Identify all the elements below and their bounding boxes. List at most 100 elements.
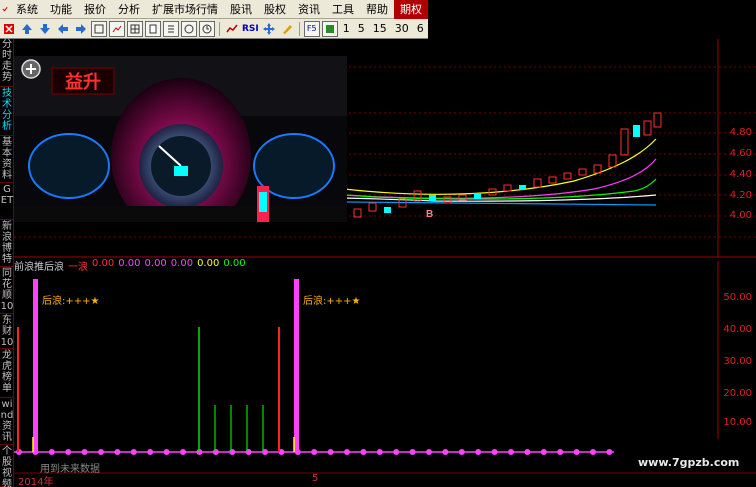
baseline-dot — [130, 449, 137, 455]
indicator-value-6: 0.00 — [223, 258, 246, 269]
report-icon[interactable] — [163, 20, 179, 37]
toolbar-separator — [219, 21, 220, 36]
baseline-dot — [180, 449, 186, 455]
time-axis-month: 5 — [312, 473, 319, 484]
tab-technical-analysis[interactable]: 技术分析 — [0, 88, 14, 136]
grid-icon[interactable] — [127, 20, 143, 37]
clock-icon[interactable] — [199, 20, 215, 37]
upper-axis-tick: 4.80 — [729, 127, 752, 138]
menu-item-help[interactable]: 帮助 — [360, 0, 394, 19]
menu-item-equity[interactable]: 股权 — [258, 0, 292, 19]
move-icon[interactable] — [261, 21, 277, 37]
info-icon[interactable] — [181, 20, 197, 37]
tab-eastmoney10[interactable]: 东财10 — [0, 315, 14, 349]
indicator-value-4: 0.00 — [170, 258, 194, 269]
menu-item-function[interactable]: 功能 — [44, 0, 78, 19]
baseline-dot — [311, 449, 318, 455]
baseline-dot — [360, 449, 367, 455]
baseline-dot — [48, 449, 55, 455]
tab-stock-video[interactable]: 个股视频 — [0, 446, 14, 487]
baseline-dot — [426, 449, 432, 455]
wave-spike-1 — [33, 279, 38, 452]
baseline-dot — [163, 449, 170, 455]
period-15-button[interactable]: 15 — [373, 22, 387, 35]
arrow-up-icon[interactable] — [19, 21, 35, 37]
indicator-value-3: 0.00 — [144, 258, 167, 269]
baseline-dot — [212, 449, 219, 455]
window-icon[interactable] — [91, 20, 107, 37]
baseline-dot — [229, 449, 236, 455]
menu-bar: 系统 功能 报价 分析 扩展市场行情 股讯 股权 资讯 工具 帮助 期权 — [0, 0, 428, 19]
app-logo-icon[interactable] — [2, 2, 8, 16]
tab-intraday[interactable]: 分时走势 — [0, 39, 14, 87]
period-5-button[interactable]: 5 — [358, 22, 365, 35]
baseline-dot — [524, 449, 531, 455]
baseline-dot — [491, 449, 498, 455]
baseline-dot — [114, 449, 121, 455]
pen-icon[interactable] — [279, 21, 295, 37]
baseline-dot — [393, 449, 400, 455]
rsi-button[interactable]: RSI — [242, 21, 259, 37]
menu-item-tools[interactable]: 工具 — [326, 0, 360, 19]
advertisement-banner[interactable]: 益升 — [14, 56, 347, 222]
lower-axis-tick: 20.00 — [723, 388, 752, 399]
period-30-button[interactable]: 30 — [395, 22, 409, 35]
baseline-dot — [458, 449, 465, 455]
arrow-down-icon[interactable] — [37, 21, 53, 37]
tab-get[interactable]: GET — [0, 184, 14, 220]
menu-item-system[interactable]: 系统 — [10, 0, 44, 19]
baseline-dot — [442, 449, 449, 455]
menu-item-quotes[interactable]: 报价 — [78, 0, 112, 19]
baseline-dot — [557, 449, 564, 455]
tab-dragon-tiger[interactable]: 龙虎榜单 — [0, 350, 14, 398]
toolbar-separator — [298, 21, 300, 36]
menu-item-analysis[interactable]: 分析 — [112, 0, 146, 19]
close-icon[interactable] — [1, 21, 17, 37]
upper-axis-tick: 4.40 — [729, 169, 752, 180]
file-icon[interactable] — [145, 20, 161, 37]
toolbar: RSI F5 1 5 15 30 6 — [0, 19, 428, 39]
baseline-dot — [409, 449, 416, 455]
arrow-left-icon[interactable] — [55, 21, 71, 37]
indicator-value-5: 0.00 — [197, 258, 220, 269]
menu-item-options[interactable]: 期权 — [394, 0, 428, 19]
menu-item-stock-news[interactable]: 股讯 — [224, 0, 258, 19]
menu-item-info[interactable]: 资讯 — [292, 0, 326, 19]
tab-fundamentals[interactable]: 基本资料 — [0, 137, 14, 183]
baseline-dot — [65, 449, 72, 455]
baseline-dot — [606, 449, 613, 455]
tab-sina-bot[interactable]: 新浪博特 — [0, 221, 14, 267]
baseline-dot — [590, 449, 596, 455]
period-1-button[interactable]: 1 — [343, 22, 350, 35]
lower-axis-tick: 30.00 — [723, 356, 752, 367]
f5-button[interactable]: F5 — [303, 20, 320, 37]
lower-axis-tick: 50.00 — [723, 292, 752, 303]
time-axis-year: 2014年 — [18, 477, 54, 487]
arrow-right-icon[interactable] — [73, 21, 89, 37]
indicator-value-1: 0.00 — [92, 258, 115, 269]
refresh-icon[interactable] — [321, 20, 338, 37]
baseline-dot — [147, 449, 154, 455]
buy-marker: B — [426, 209, 433, 220]
baseline-dot — [327, 449, 334, 455]
banner-logo-text: 益升 — [65, 71, 101, 93]
menu-item-extended-market[interactable]: 扩展市场行情 — [146, 0, 224, 19]
tab-wind-news[interactable]: wind资讯 — [0, 399, 14, 445]
period-60-button[interactable]: 6 — [417, 22, 424, 35]
indicator-legend: 前浪推后浪 一浪 0.00 0.00 0.00 0.00 0.00 0.00 — [14, 258, 246, 273]
baseline-dot — [573, 449, 580, 455]
upper-axis-tick: 4.00 — [729, 210, 752, 221]
line-chart-icon[interactable] — [109, 20, 125, 37]
wave-annotation-1: 后浪:+++★ — [42, 296, 100, 307]
indicator-series-label: 一浪 — [68, 262, 88, 273]
indicator-title[interactable]: 前浪推后浪 — [14, 258, 64, 273]
indicator-value-2: 0.00 — [118, 258, 141, 269]
tab-ths10[interactable]: 同花顺10 — [0, 268, 14, 314]
baseline-dot — [376, 449, 383, 455]
upper-axis-tick: 4.60 — [729, 148, 752, 159]
indicator-icon[interactable] — [224, 21, 240, 37]
baseline-dot — [81, 449, 88, 455]
dashboard-image: 益升 — [14, 56, 347, 222]
wave-annotation-2: 后浪:+++★ — [303, 296, 361, 307]
wave-spike-2 — [294, 279, 299, 452]
